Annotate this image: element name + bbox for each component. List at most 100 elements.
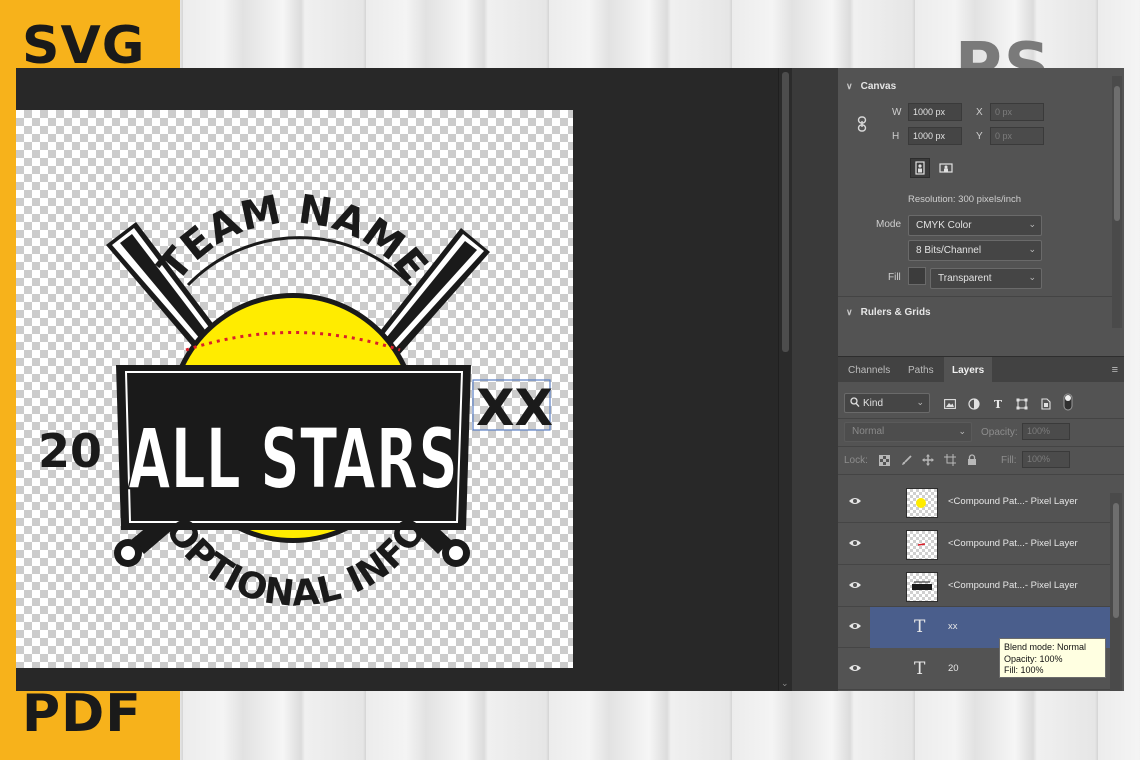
layers-scroll-thumb[interactable]	[1113, 503, 1119, 618]
layer-row[interactable]: <Compound Pat...- Pixel Layer	[838, 566, 1110, 607]
rulers-section-label: Rulers & Grids	[860, 307, 931, 318]
lock-move-icon[interactable]	[918, 450, 938, 470]
smart-object-filter-icon[interactable]	[1036, 394, 1056, 414]
tooltip-opacity: Opacity: 100%	[1004, 653, 1063, 664]
properties-panel: ∨ Canvas W 1000 px X 0 px H 1000 px Y 0 p…	[838, 68, 1124, 691]
panel-menu-icon[interactable]: ≡	[1112, 364, 1118, 376]
fill-select-value: Transparent	[938, 273, 992, 284]
filter-toggle-icon[interactable]	[1058, 392, 1078, 412]
fill-color-swatch[interactable]	[908, 267, 926, 285]
shape-filter-icon[interactable]	[1012, 394, 1032, 414]
layer-tooltip: Blend mode: Normal Opacity: 100% Fill: 1…	[999, 638, 1106, 678]
fill-percent-value: 100%	[1027, 454, 1051, 464]
document-canvas[interactable]: ALL STARS TEAM NAME OPTIONAL INFO 20 XX	[16, 110, 573, 668]
lock-artboard-icon[interactable]	[940, 450, 960, 470]
canvas-section-header[interactable]: ∨ Canvas	[846, 81, 896, 92]
blend-mode-value: Normal	[852, 426, 885, 437]
year-suffix-text: XX	[476, 379, 553, 437]
all-stars-text: ALL STARS	[128, 410, 458, 508]
lock-transparent-icon[interactable]	[874, 450, 894, 470]
tab-layers[interactable]: Layers	[944, 357, 993, 383]
chevron-down-icon: ⌄	[1028, 272, 1036, 282]
eye-icon[interactable]	[848, 580, 862, 590]
bits-select-value: 8 Bits/Channel	[916, 245, 982, 256]
mode-label: Mode	[876, 219, 902, 230]
layers-scrollbar[interactable]	[1110, 493, 1122, 691]
lock-label: Lock:	[844, 455, 868, 466]
eye-icon[interactable]	[848, 621, 862, 631]
width-label: W	[892, 107, 902, 118]
layer-name: xx	[948, 621, 958, 632]
fill-percent-field[interactable]: 100%	[1022, 451, 1070, 468]
chevron-down-icon: ∨	[846, 307, 853, 317]
mode-select[interactable]: CMYK Color ⌄	[908, 215, 1042, 236]
rulers-section-header[interactable]: ∨ Rulers & Grids	[846, 307, 931, 318]
scroll-thumb[interactable]	[782, 72, 789, 352]
y-label: Y	[976, 131, 983, 142]
filter-kind-select[interactable]: Kind ⌄	[844, 393, 930, 413]
height-label: H	[892, 131, 900, 142]
filter-divider	[838, 418, 1124, 419]
link-icon[interactable]	[852, 114, 872, 134]
portrait-orientation-icon[interactable]	[910, 158, 930, 178]
layer-row[interactable]: <Compound Pat...- Pixel Layer	[838, 524, 1110, 565]
search-icon	[850, 397, 860, 411]
adjustment-filter-icon[interactable]	[964, 394, 984, 414]
layer-name: <Compound Pat...- Pixel Layer	[948, 580, 1078, 591]
eye-icon[interactable]	[848, 496, 862, 506]
tab-paths[interactable]: Paths	[900, 357, 942, 383]
properties-scroll-thumb[interactable]	[1114, 86, 1120, 221]
layers-tab-bar: Channels Paths Layers ≡	[838, 356, 1124, 383]
chevron-down-icon: ⌄	[958, 426, 966, 436]
chevron-down-icon[interactable]: ⌄	[781, 678, 789, 689]
y-field[interactable]: 0 px	[990, 127, 1044, 145]
svg-badge: SVG	[22, 16, 146, 76]
panel-gutter	[792, 68, 838, 691]
section-divider	[838, 296, 1112, 297]
layer-name: <Compound Pat...- Pixel Layer	[948, 538, 1078, 549]
layer-row[interactable]: <Compound Pat...- Pixel Layer	[838, 482, 1110, 523]
year-prefix-text: 20	[38, 424, 102, 478]
chevron-down-icon: ⌄	[916, 397, 924, 407]
height-field[interactable]: 1000 px	[908, 127, 962, 145]
lock-divider	[838, 474, 1124, 475]
text-layer-icon: T	[914, 617, 926, 637]
lock-brush-icon[interactable]	[896, 450, 916, 470]
image-filter-icon[interactable]	[940, 394, 960, 414]
chevron-down-icon: ∨	[846, 81, 853, 91]
document-area[interactable]: ALL STARS TEAM NAME OPTIONAL INFO 20 XX	[16, 68, 778, 691]
tab-channels[interactable]: Channels	[840, 357, 898, 383]
layer-thumbnail	[906, 488, 938, 518]
layer-thumbnail	[906, 530, 938, 560]
canvas-section-label: Canvas	[860, 81, 897, 92]
opacity-field[interactable]: 100%	[1022, 423, 1070, 440]
x-label: X	[976, 107, 983, 118]
fill-percent-label: Fill:	[1001, 455, 1017, 466]
photoshop-window: ALL STARS TEAM NAME OPTIONAL INFO 20 XX …	[16, 68, 1124, 691]
lock-all-icon[interactable]	[962, 450, 982, 470]
fill-select[interactable]: Transparent ⌄	[930, 268, 1042, 289]
text-layer-icon: T	[914, 659, 926, 679]
mode-select-value: CMYK Color	[916, 220, 972, 231]
opacity-label: Opacity:	[981, 427, 1018, 438]
layer-name: 20	[948, 663, 959, 674]
eye-icon[interactable]	[848, 538, 862, 548]
x-field[interactable]: 0 px	[990, 103, 1044, 121]
width-field[interactable]: 1000 px	[908, 103, 962, 121]
opacity-value: 100%	[1027, 426, 1051, 436]
layer-name: <Compound Pat...- Pixel Layer	[948, 496, 1078, 507]
artwork: ALL STARS TEAM NAME OPTIONAL INFO 20 XX	[38, 186, 553, 614]
type-filter-icon[interactable]: T	[988, 394, 1008, 414]
blend-mode-select[interactable]: Normal ⌄	[844, 422, 972, 442]
resolution-text: Resolution: 300 pixels/inch	[908, 194, 1022, 205]
pdf-badge: PDF	[22, 684, 142, 744]
document-scrollbar[interactable]: ⌄	[778, 68, 792, 691]
tooltip-fill: Fill: 100%	[1004, 665, 1044, 675]
layer-thumbnail	[906, 572, 938, 602]
eye-icon[interactable]	[848, 663, 862, 673]
landscape-orientation-icon[interactable]	[936, 158, 956, 178]
bits-select[interactable]: 8 Bits/Channel ⌄	[908, 240, 1042, 261]
chevron-down-icon: ⌄	[1028, 244, 1036, 254]
properties-scrollbar[interactable]	[1112, 76, 1122, 328]
filter-kind-value: Kind	[863, 398, 884, 409]
